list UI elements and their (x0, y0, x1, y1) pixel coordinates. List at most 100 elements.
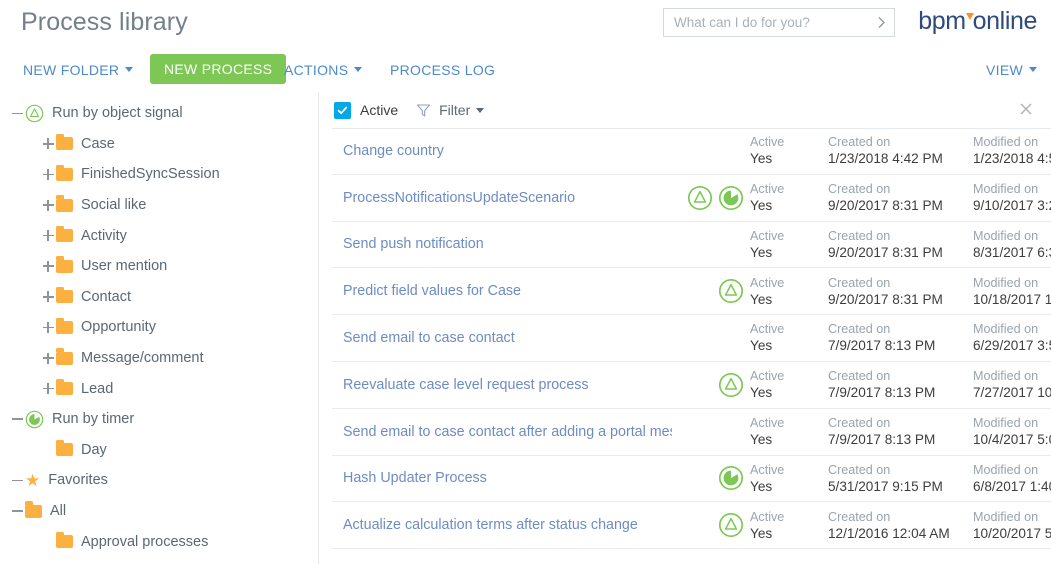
logo-text-bpm: bpm (918, 7, 966, 35)
tree-item-opportunity[interactable]: Opportunity (0, 312, 318, 343)
tree-item-message-comment[interactable]: Message/comment (0, 343, 318, 374)
new-process-label: NEW PROCESS (164, 61, 273, 77)
tree-item-all[interactable]: All (0, 496, 318, 527)
expand-toggle-icon[interactable] (40, 289, 56, 305)
expand-toggle-icon[interactable] (40, 319, 56, 335)
collapse-toggle-icon[interactable] (9, 411, 25, 427)
signal-circle-icon[interactable] (687, 185, 713, 211)
expand-toggle-icon[interactable] (40, 136, 56, 152)
process-log-label: PROCESS LOG (390, 61, 496, 78)
cell-active-value: Yes (750, 291, 773, 307)
folder-icon (56, 256, 73, 273)
active-checkbox[interactable] (334, 101, 351, 119)
tree-item-day[interactable]: Day (0, 435, 318, 466)
process-name-link[interactable]: Change country (332, 143, 672, 159)
folder-icon (56, 348, 73, 365)
collapse-toggle-icon[interactable] (9, 503, 25, 519)
process-grid-rows: Change country Active Yes Created on 1/23/20… (319, 128, 1051, 550)
timer-circle-icon[interactable] (718, 185, 744, 211)
folder-icon (56, 225, 73, 243)
cell-modified: Modified on 10/4/2017 5:03 PM (973, 415, 1051, 449)
column-header-created: Created on (828, 415, 891, 430)
folder-icon (56, 195, 73, 212)
cell-active: Active Yes (750, 275, 828, 309)
tree-item-case[interactable]: Case (0, 129, 318, 160)
process-name-link[interactable]: Hash Updater Process (332, 470, 672, 486)
collapse-toggle-icon[interactable] (9, 105, 25, 121)
folder-icon (56, 164, 73, 181)
tree-item-lead[interactable]: Lead (0, 373, 318, 404)
process-log-button[interactable]: PROCESS LOG (390, 55, 495, 84)
table-row[interactable]: Send email to case contact Active Yes Creat… (332, 315, 1051, 362)
tree-item-user-mention[interactable]: User mention (0, 251, 318, 282)
row-badges (672, 278, 750, 304)
new-folder-label: NEW FOLDER (23, 61, 120, 78)
new-process-button[interactable]: NEW PROCESS (150, 54, 287, 84)
tree-item-run-by-timer[interactable]: Run by timer (0, 404, 318, 435)
cell-active-value: Yes (750, 432, 773, 448)
expand-toggle-icon[interactable] (40, 350, 56, 366)
table-row[interactable]: ProcessNotificationsUpdateScenario Active… (332, 175, 1051, 222)
tree-item-approval-processes[interactable]: Approval processes (0, 526, 318, 557)
timer-circle-icon[interactable] (718, 465, 744, 491)
cell-modified: Modified on6/29/2017 3:55 PM (973, 321, 1051, 355)
tree-item-run-by-object-signal[interactable]: Run by object signal (0, 98, 318, 129)
tree-item-favorites[interactable]: ★ Favorites (0, 465, 318, 496)
signal-circle-icon[interactable] (718, 372, 744, 398)
page-title: Process library (21, 8, 188, 36)
process-name-link[interactable]: Predict field values for Case (332, 283, 672, 299)
process-name-link[interactable]: Send push notification (332, 236, 672, 252)
folder-icon (25, 501, 42, 518)
table-row[interactable]: Change country Active Yes Created on 1/23/20… (332, 128, 1051, 175)
table-row[interactable]: Send email to case contact after adding … (332, 409, 1051, 456)
folder-icon (56, 164, 73, 181)
tree-item-label: Social like (81, 197, 147, 214)
search-submit-chevron-icon[interactable] (868, 9, 894, 36)
view-button[interactable]: VIEW (986, 55, 1037, 84)
new-folder-button[interactable]: NEW FOLDER (23, 55, 134, 84)
expand-toggle-icon[interactable] (40, 228, 56, 244)
collapse-toggle-icon[interactable] (9, 472, 25, 488)
table-row[interactable]: Reevaluate case level request process Act… (332, 362, 1051, 409)
folder-icon (56, 439, 73, 457)
search-input[interactable] (664, 9, 868, 36)
cell-modified-value: 6/8/2017 1:40 PM (973, 478, 1051, 494)
process-name-link[interactable]: Actualize calculation terms after status… (332, 517, 672, 533)
cell-modified: Modified on8/31/2017 6:30 PM (973, 228, 1051, 262)
tree-item-activity[interactable]: Activity (0, 220, 318, 251)
filter-funnel-icon[interactable] (416, 103, 431, 118)
cell-active: Active Yes (750, 181, 828, 215)
actions-button[interactable]: ACTIONS (284, 55, 363, 84)
column-header-active: Active (750, 275, 785, 290)
expand-toggle-icon[interactable] (40, 197, 56, 213)
process-name-link[interactable]: Send email to case contact after adding … (332, 424, 672, 440)
column-header-active: Active (750, 322, 785, 337)
table-row[interactable]: Predict field values for Case Active Yes Cr… (332, 268, 1051, 316)
column-header-created: Created on (828, 462, 891, 477)
process-name-link[interactable]: Send email to case contact (332, 330, 672, 346)
cell-active: Active Yes (750, 321, 828, 355)
table-row[interactable]: Send push notification Active Yes Created o… (332, 222, 1051, 269)
expand-toggle-icon[interactable] (40, 381, 56, 397)
tree-item-social-like[interactable]: Social like (0, 190, 318, 221)
expand-toggle-icon[interactable] (40, 258, 56, 274)
table-row[interactable]: Actualize calculation terms after status… (332, 502, 1051, 550)
folder-icon (56, 378, 73, 396)
search-box[interactable] (663, 8, 895, 37)
column-header-active: Active (750, 228, 785, 243)
signal-circle-icon[interactable] (718, 512, 744, 538)
tree-item-contact[interactable]: Contact (0, 282, 318, 313)
cell-modified-value: 1/23/2018 4:55 PM (973, 151, 1051, 167)
cell-modified: Modified on10/20/2017 5:44 PM (973, 509, 1051, 543)
process-name-link[interactable]: Reevaluate case level request process (332, 377, 672, 393)
star-icon: ★ (25, 470, 41, 490)
filter-button[interactable]: Filter (439, 102, 485, 118)
tree-item-finishedsyncsession[interactable]: FinishedSyncSession (0, 159, 318, 190)
expand-toggle-icon[interactable] (40, 166, 56, 182)
column-header-modified: Modified on (973, 275, 1039, 290)
process-name-link[interactable]: ProcessNotificationsUpdateScenario (332, 190, 672, 206)
folder-tree: Run by object signal Case FinishedSyncSess… (0, 92, 318, 564)
table-row[interactable]: Hash Updater Process Active Yes Created on 5… (332, 456, 1051, 503)
signal-circle-icon[interactable] (718, 278, 744, 304)
cell-created-value: 7/9/2017 8:13 PM (828, 385, 936, 401)
